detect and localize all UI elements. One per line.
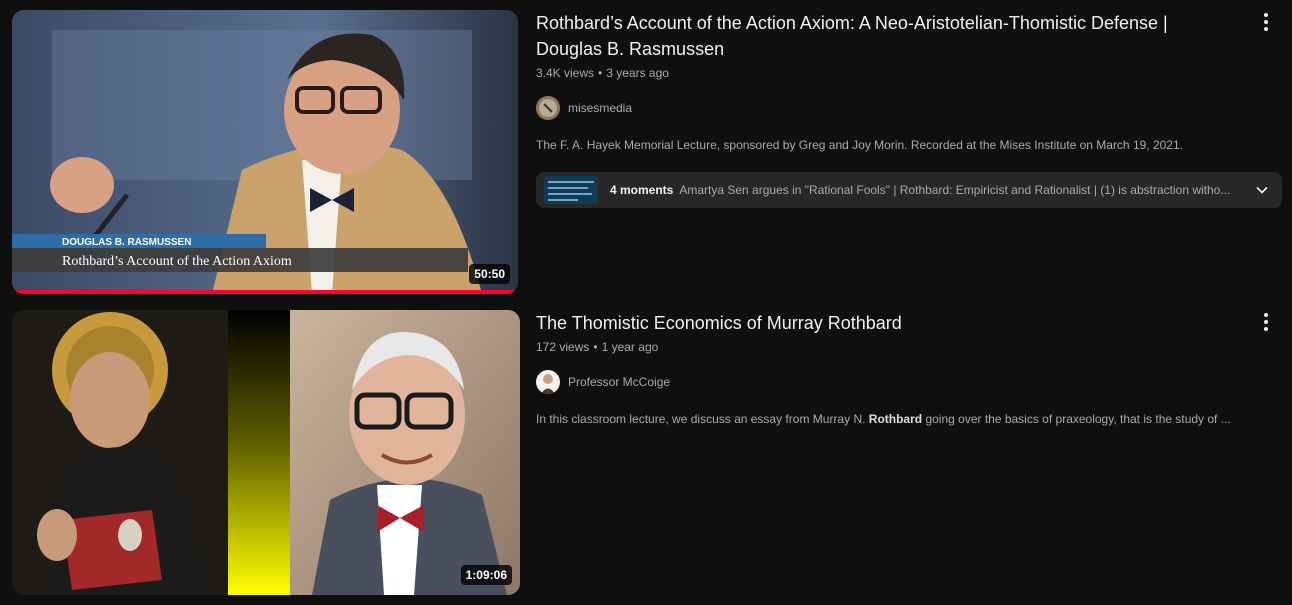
video-thumbnail[interactable]: 1:09:06 (12, 310, 520, 595)
avatar[interactable] (536, 96, 560, 120)
more-vert-icon[interactable] (1254, 310, 1278, 334)
upload-age: 1 year ago (601, 340, 659, 354)
channel-link[interactable]: Professor McCoige (536, 370, 1292, 394)
thumbnail-image: DOUGLAS B. RASMUSSEN Rothbard’s Account … (12, 10, 518, 294)
channel-avatar-image (536, 96, 560, 120)
video-thumbnail[interactable]: DOUGLAS B. RASMUSSEN Rothbard’s Account … (12, 10, 518, 294)
video-info: Rothbard’s Account of the Action Axiom: … (518, 10, 1292, 294)
video-description: In this classroom lecture, we discuss an… (536, 412, 1292, 426)
video-duration: 1:09:06 (460, 565, 512, 585)
watch-progress-bar (12, 290, 518, 294)
video-result: DOUGLAS B. RASMUSSEN Rothbard’s Account … (12, 10, 1292, 294)
upload-age: 3 years ago (606, 66, 669, 80)
search-results: DOUGLAS B. RASMUSSEN Rothbard’s Account … (0, 0, 1292, 605)
video-meta: 3.4K views • 3 years ago (536, 66, 1292, 80)
moments-count: 4 moments (610, 183, 674, 197)
lower-third-name: DOUGLAS B. RASMUSSEN (62, 237, 191, 248)
channel-name[interactable]: Professor McCoige (568, 375, 670, 389)
video-title[interactable]: The Thomistic Economics of Murray Rothba… (536, 310, 1196, 336)
avatar[interactable] (536, 370, 560, 394)
more-vert-icon[interactable] (1254, 10, 1278, 34)
video-description: The F. A. Hayek Memorial Lecture, sponso… (536, 138, 1183, 152)
moments-thumbnail (544, 176, 598, 204)
key-moments-bar[interactable]: 4 moments Amartya Sen argues in "Rationa… (536, 172, 1282, 208)
lower-third-title: Rothbard’s Account of the Action Axiom (62, 254, 292, 269)
video-title[interactable]: Rothbard’s Account of the Action Axiom: … (536, 10, 1196, 62)
thumbnail-image (12, 310, 520, 595)
description-text: In this classroom lecture, we discuss an… (536, 412, 869, 426)
channel-avatar-image (536, 370, 560, 394)
video-result: 1:09:06 The Thomistic Economics of Murra… (12, 310, 1292, 595)
moments-text: Amartya Sen argues in "Rational Fools" |… (679, 183, 1231, 197)
meta-separator: • (593, 340, 598, 354)
chevron-down-icon[interactable] (1250, 178, 1274, 202)
watch-progress-fill (12, 290, 518, 294)
video-duration: 50:50 (469, 264, 510, 284)
description-highlight: Rothbard (868, 412, 923, 426)
view-count: 172 views (536, 340, 590, 354)
video-meta: 172 views • 1 year ago (536, 340, 1292, 354)
channel-name[interactable]: misesmedia (568, 101, 632, 115)
description-text: going over the basics of praxeology, tha… (922, 412, 1231, 426)
channel-link[interactable]: misesmedia (536, 96, 1292, 120)
video-info: The Thomistic Economics of Murray Rothba… (520, 310, 1292, 595)
view-count: 3.4K views (536, 66, 595, 80)
meta-separator: • (598, 66, 603, 80)
